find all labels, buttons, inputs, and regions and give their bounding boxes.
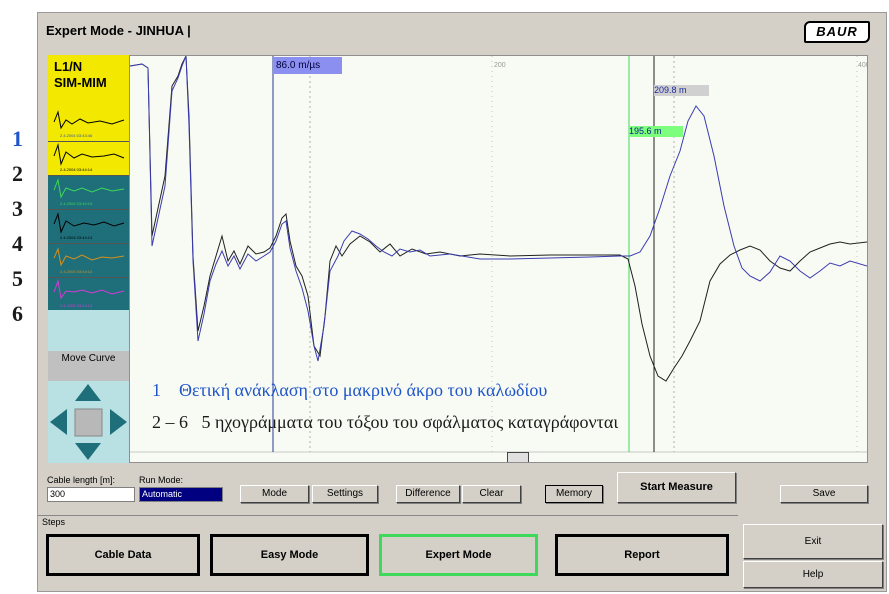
trace-thumbnail-curve (53, 110, 125, 130)
arrow-right-icon[interactable] (110, 409, 127, 435)
row-number-3: 3 (12, 196, 23, 221)
memory-button[interactable]: Memory (545, 485, 603, 503)
trace-thumbnail[interactable]: 2.4.2004 03:43:46 (48, 108, 129, 142)
trace-thumbnail-curve (53, 143, 125, 166)
steps-label: Steps (42, 517, 66, 527)
trace-thumbnail[interactable]: 2.4.2004 03:44:14 (48, 278, 129, 312)
trace-thumbnail[interactable]: 2.4.2004 03:44:14 (48, 142, 129, 176)
marker-green-label: 195.6 m (629, 126, 683, 137)
phase-label: L1/N (54, 59, 83, 74)
row-number-2: 2 (12, 161, 23, 186)
row-number-1: 1 (12, 126, 23, 151)
trace-timestamp: 2.4.2004 03:43:46 (60, 133, 93, 138)
trace-timestamp: 2.4.2004 03:44:14 (60, 201, 93, 206)
clear-button[interactable]: Clear (462, 485, 521, 503)
cable-length-label: Cable length [m]: (47, 475, 116, 485)
move-curve-pad (48, 381, 129, 463)
marker-black-label: 209.8 m (654, 85, 709, 96)
difference-button[interactable]: Difference (396, 485, 460, 503)
steps-divider (38, 515, 738, 516)
trace-timestamp: 2.4.2004 03:44:14 (60, 269, 93, 274)
center-square-icon[interactable] (74, 408, 103, 437)
app-window: Expert Mode - JINHUA | BAUR L1/N SIM-MIM… (37, 12, 887, 592)
trace-timestamp: 2.4.2004 03:44:14 (60, 303, 93, 308)
distance-tick-200: 200 (494, 62, 506, 69)
black-curve (130, 56, 867, 382)
row-number-5: 5 (12, 266, 23, 291)
move-curve-label: Move Curve (48, 351, 129, 381)
reflectogram-plot[interactable]: 86.0 m/µs 209.8 m 195.6 m 200 400 1 Θετι… (129, 55, 868, 463)
trace-slot-empty (48, 310, 129, 351)
trace-thumbnail-curve (53, 279, 125, 300)
trace-thumbnail[interactable]: 2.4.2004 03:44:14 (48, 210, 129, 244)
cable-data-button[interactable]: Cable Data (46, 534, 200, 576)
run-mode-label: Run Mode: (139, 475, 184, 485)
help-button[interactable]: Help (743, 561, 883, 588)
settings-button[interactable]: Settings (312, 485, 378, 503)
trace-side-panel: L1/N SIM-MIM 2.4.2004 03:43:46 2.4.2004 0… (48, 55, 129, 463)
report-button[interactable]: Report (555, 534, 729, 576)
arrow-down-icon[interactable] (75, 443, 101, 460)
exit-button[interactable]: Exit (743, 524, 883, 559)
trace-thumbnail-curve (53, 247, 125, 267)
run-mode-select[interactable]: Automatic (139, 487, 223, 502)
trace-timestamp: 2.4.2004 03:44:14 (60, 167, 93, 172)
expert-mode-button[interactable]: Expert Mode (379, 534, 538, 576)
annotation-1-number: 1 (152, 380, 161, 400)
method-label: SIM-MIM (54, 75, 107, 90)
easy-mode-button[interactable]: Easy Mode (210, 534, 369, 576)
annotation-line-2: 2 – 6 5 ηχογράμματα του τόξου του σφάλμα… (152, 412, 618, 433)
trace-timestamp: 2.4.2004 03:44:14 (60, 235, 93, 240)
cable-length-input[interactable]: 300 (47, 487, 135, 502)
blue-curve (130, 56, 867, 362)
baur-logo: BAUR (804, 21, 870, 43)
arrow-left-icon[interactable] (50, 409, 67, 435)
start-measure-button[interactable]: Start Measure (617, 472, 736, 503)
annotation-line-1: 1 Θετική ανάκλαση στο μακρινό άκρο του κ… (152, 380, 547, 401)
trace-heading: L1/N SIM-MIM (48, 55, 129, 108)
annotation-2-number: 2 – 6 (152, 412, 188, 432)
mode-button[interactable]: Mode (240, 485, 309, 503)
trace-thumbnail-curve (53, 212, 125, 234)
row-number-4: 4 (12, 231, 23, 256)
distance-tick-400: 400 (858, 62, 867, 69)
trace-thumbnail-curve (53, 178, 125, 199)
arrow-up-icon[interactable] (75, 384, 101, 401)
horizontal-scroll-thumb[interactable] (507, 452, 529, 462)
row-number-6: 6 (12, 301, 23, 326)
window-title: Expert Mode - JINHUA | (46, 23, 191, 38)
trace-thumbnail[interactable]: 2.4.2004 03:44:14 (48, 176, 129, 210)
annotation-1-text: Θετική ανάκλαση στο μακρινό άκρο του καλ… (179, 380, 548, 400)
save-button[interactable]: Save (780, 485, 868, 503)
velocity-label: 86.0 m/µs (274, 57, 342, 74)
trace-thumbnail[interactable]: 2.4.2004 03:44:14 (48, 244, 129, 278)
annotation-2-text: 5 ηχογράμματα του τόξου του σφάλματος κα… (201, 412, 619, 432)
